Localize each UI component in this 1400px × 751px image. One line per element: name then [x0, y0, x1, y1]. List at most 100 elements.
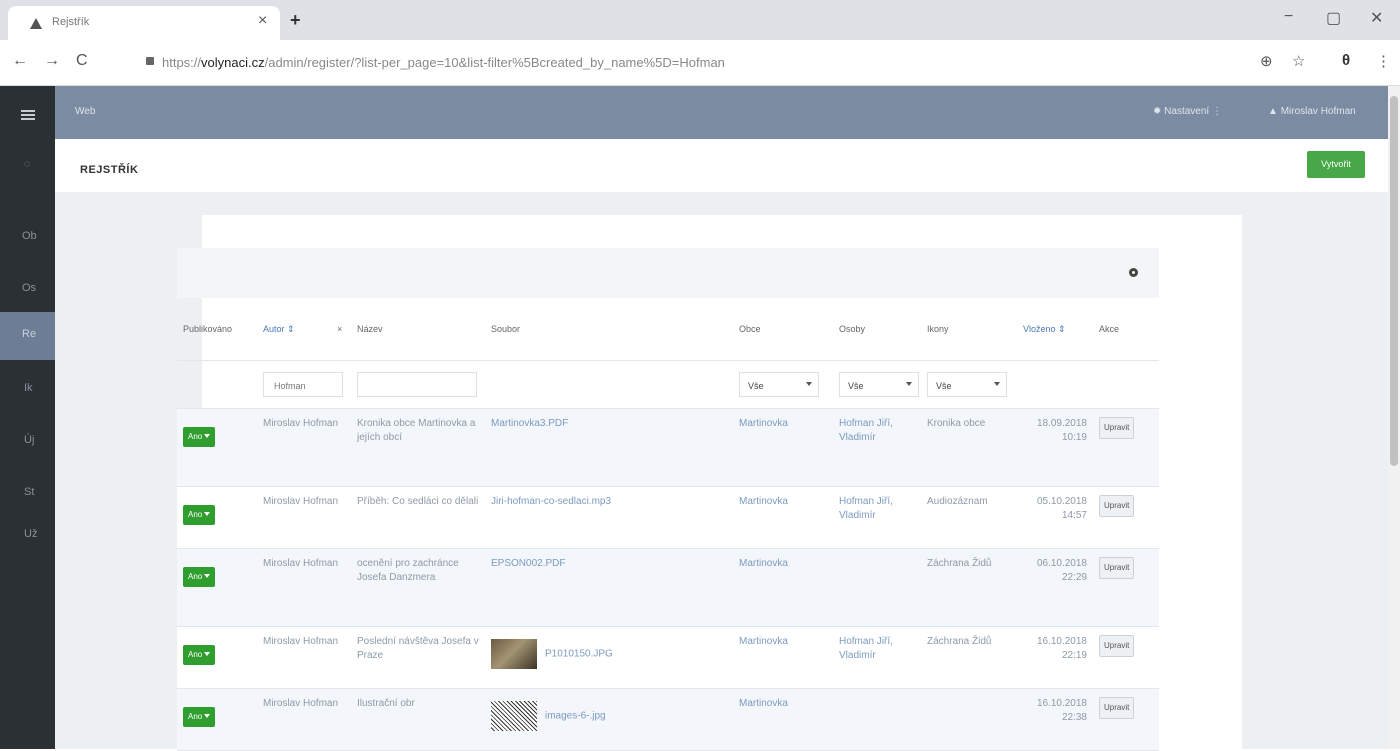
caret-down-icon: [204, 652, 211, 657]
create-button[interactable]: Vytvořit: [1307, 151, 1365, 178]
publish-toggle-button[interactable]: Ano: [183, 426, 216, 447]
file-link[interactable]: images-6-.jpg: [545, 710, 606, 721]
publish-toggle-button[interactable]: Ano: [183, 706, 216, 727]
sidebar-item-ik[interactable]: Ik: [0, 366, 55, 414]
file-link[interactable]: Jiri-hofman-co-sedlaci.mp3: [491, 496, 611, 507]
page-scrollbar[interactable]: [1388, 86, 1400, 749]
sidebar-item-os[interactable]: Os: [0, 266, 55, 314]
name-cell: Příběh: Co sedláci co dělali: [351, 486, 485, 549]
date-cell: 16.10.2018 22:19: [1017, 626, 1093, 689]
menu-icon[interactable]: ⋮: [1376, 52, 1391, 70]
user-menu[interactable]: ▲ Miroslav Hofman: [1268, 106, 1356, 117]
author-filter-input[interactable]: Hofman: [263, 371, 343, 397]
obce-filter-select[interactable]: Vše: [739, 371, 819, 397]
osoby-link[interactable]: [833, 688, 921, 751]
publish-toggle-button[interactable]: Ano: [183, 504, 216, 525]
star-icon[interactable]: ☆: [1292, 52, 1305, 70]
col-osoby: Osoby: [833, 298, 921, 361]
sidebar-item-re[interactable]: Re: [0, 312, 55, 360]
ikony-cell: Audiozáznam: [921, 486, 1017, 549]
minimize-button[interactable]: −: [1284, 8, 1293, 26]
obce-link[interactable]: Martinovka: [733, 486, 833, 549]
osoby-link[interactable]: Hofman Jiří, Vladimír: [833, 408, 921, 487]
sidebar-item-ob[interactable]: Ob: [0, 214, 55, 262]
caret-down-icon: [204, 714, 211, 719]
table-toolbar: [177, 248, 1159, 298]
publish-toggle-button[interactable]: Ano: [183, 566, 216, 587]
zoom-icon[interactable]: ⊕: [1260, 52, 1273, 70]
publish-toggle-button[interactable]: Ano: [183, 644, 216, 665]
author-cell: Miroslav Hofman: [257, 548, 351, 627]
name-cell: Kronika obce Martinovka a jejích obcí: [351, 408, 485, 487]
ikony-cell: Záchrana Židů: [921, 548, 1017, 627]
date-cell: 06.10.2018 22:29: [1017, 548, 1093, 627]
new-tab-button[interactable]: +: [290, 10, 301, 31]
tab-title: Rejstřík: [52, 16, 90, 28]
file-thumbnail[interactable]: [491, 638, 537, 669]
file-thumbnail[interactable]: [491, 700, 537, 731]
caret-down-icon: [806, 381, 812, 386]
edit-button[interactable]: Upravit: [1099, 556, 1135, 579]
col-file: Soubor: [485, 298, 733, 361]
menu-toggle-button[interactable]: [0, 86, 55, 134]
col-ikony: Ikony: [921, 298, 1017, 361]
reload-button[interactable]: C: [76, 52, 88, 70]
name-cell: ocenění pro zachránce Josefa Danzmera: [351, 548, 485, 627]
edit-button[interactable]: Upravit: [1099, 416, 1135, 439]
dashboard-item[interactable]: ◌: [0, 142, 55, 190]
forward-button[interactable]: →: [44, 52, 60, 70]
col-actions: Akce: [1093, 298, 1159, 361]
ikony-cell: Záchrana Židů: [921, 626, 1017, 689]
app-header: Web ✹ Nastavení ⋮ ▲ Miroslav Hofman: [55, 86, 1400, 139]
edit-button[interactable]: Upravit: [1099, 696, 1135, 719]
caret-down-icon: [994, 381, 1000, 386]
app-sidebar: ◌ Ob Os Re Ik Új St Už: [0, 86, 55, 749]
page-header: REJSTŘÍK Vytvořit: [55, 139, 1393, 192]
edit-button[interactable]: Upravit: [1099, 494, 1135, 517]
obce-link[interactable]: Martinovka: [733, 688, 833, 751]
osoby-link[interactable]: [833, 548, 921, 627]
scrollbar-thumb[interactable]: [1390, 96, 1398, 466]
ikony-filter-select[interactable]: Vše: [927, 371, 1007, 397]
hamburger-icon: [21, 110, 35, 120]
clear-author-filter-button[interactable]: ×: [331, 298, 351, 361]
obce-link[interactable]: Martinovka: [733, 408, 833, 487]
author-cell: Miroslav Hofman: [257, 626, 351, 689]
sidebar-item-st[interactable]: St: [0, 470, 55, 518]
sidebar-item-uj[interactable]: Új: [0, 418, 55, 466]
col-date-sort[interactable]: Vloženo ⇕: [1017, 298, 1093, 361]
url-field[interactable]: https://volynaci.cz/admin/register/?list…: [138, 49, 1248, 77]
col-obce: Obce: [733, 298, 833, 361]
close-window-button[interactable]: ✕: [1370, 8, 1383, 28]
caret-down-icon: [204, 574, 211, 579]
ikony-cell: Kronika obce: [921, 408, 1017, 487]
tab-close-button[interactable]: ×: [258, 12, 267, 30]
name-filter-input[interactable]: [357, 371, 477, 397]
back-button[interactable]: ←: [12, 52, 28, 70]
restore-button[interactable]: ▢: [1326, 8, 1341, 28]
profile-icon[interactable]: θ: [1342, 52, 1350, 69]
caret-down-icon: [204, 434, 211, 439]
col-author-sort[interactable]: Autor ⇕: [257, 298, 331, 361]
file-link[interactable]: Martinovka3.PDF: [491, 418, 568, 429]
osoby-link[interactable]: Hofman Jiří, Vladimír: [833, 486, 921, 549]
power-icon: ◌: [24, 158, 31, 170]
obce-link[interactable]: Martinovka: [733, 626, 833, 689]
app-title[interactable]: Web: [75, 106, 95, 117]
obce-link[interactable]: Martinovka: [733, 548, 833, 627]
table-settings-icon[interactable]: [1129, 268, 1138, 277]
settings-menu[interactable]: ✹ Nastavení ⋮: [1153, 106, 1222, 117]
sidebar-item-uz[interactable]: Už: [0, 512, 55, 560]
date-cell: 18.09.2018 10:19: [1017, 408, 1093, 487]
osoby-filter-select[interactable]: Vše: [839, 371, 919, 397]
file-link[interactable]: P1010150.JPG: [545, 648, 613, 659]
address-bar: ← → C https://volynaci.cz/admin/register…: [0, 40, 1400, 86]
browser-tab[interactable]: Rejstřík ×: [8, 6, 280, 40]
register-table: Publikováno Autor ⇕ × Název Soubor Obce …: [177, 298, 1159, 751]
file-link[interactable]: EPSON002.PDF: [491, 558, 565, 569]
name-cell: Ilustrační obr: [351, 688, 485, 751]
url-text: https://volynaci.cz/admin/register/?list…: [162, 55, 725, 70]
edit-button[interactable]: Upravit: [1099, 634, 1135, 657]
table-row: Ano Miroslav Hofman Kronika obce Martinovk…: [177, 408, 1159, 487]
osoby-link[interactable]: Hofman Jiří, Vladimír: [833, 626, 921, 689]
